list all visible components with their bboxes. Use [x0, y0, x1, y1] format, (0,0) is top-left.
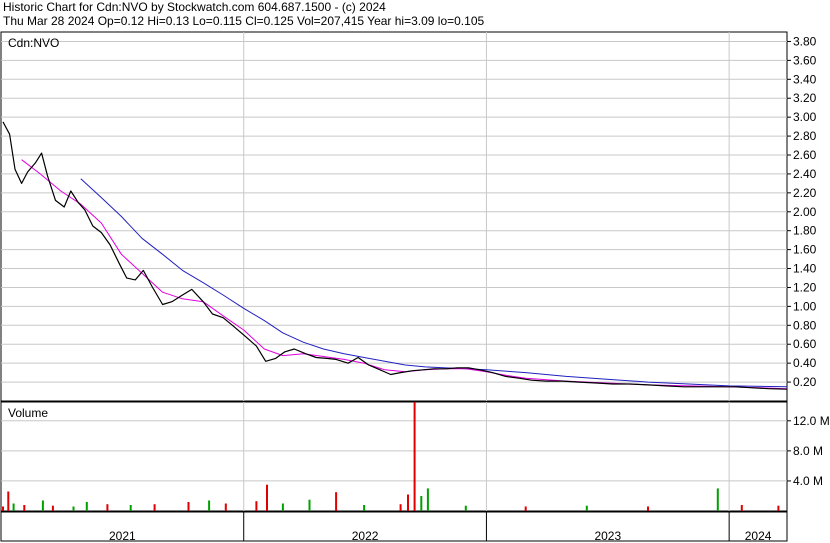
volume-bar: [413, 402, 416, 511]
price-tick-label: 0.80: [793, 318, 817, 332]
volume-bar: [585, 505, 588, 511]
volume-bar: [407, 494, 409, 511]
volume-bar: [266, 484, 268, 511]
volume-tick-label: 8.0 M: [793, 444, 823, 458]
volume-panel-title: Volume: [8, 406, 48, 420]
stock-chart: 3.80 3.60 3.40 3.20 3.00 2.80 2.60 2.40 2.20 2.00…: [0, 31, 830, 543]
volume-bar: [647, 506, 649, 511]
price-tick-label: 1.40: [793, 262, 817, 276]
price-tick-label: 0.20: [793, 375, 817, 389]
price-tick-label: 3.20: [793, 91, 817, 105]
x-tick-label: 2024: [745, 529, 772, 543]
volume-bar: [41, 500, 44, 511]
price-tick-label: 1.60: [793, 243, 817, 257]
volume-bar: [464, 505, 467, 511]
price-tick-label: 3.40: [793, 72, 817, 86]
volume-bar: [106, 504, 109, 511]
volume-bar: [363, 505, 366, 511]
price-tick-label: 1.00: [793, 299, 817, 313]
volume-bar: [426, 488, 429, 511]
price-tick-label: 0.40: [793, 356, 817, 370]
volume-bar: [7, 491, 10, 511]
volume-bar: [255, 501, 258, 511]
volume-y-axis: 12.0 M 8.0 M 4.0 M: [787, 414, 830, 488]
volume-bar: [335, 492, 338, 511]
volume-bar: [524, 506, 527, 511]
volume-tick-label: 4.0 M: [793, 474, 823, 488]
price-tick-label: 0.60: [793, 337, 817, 351]
volume-bar: [399, 504, 402, 511]
price-tick-label: 1.80: [793, 224, 817, 238]
x-tick-label: 2022: [352, 529, 379, 543]
price-panel-title: Cdn:NVO: [8, 36, 59, 50]
volume-bar: [281, 503, 284, 511]
price-tick-label: 3.00: [793, 110, 817, 124]
volume-bar: [187, 502, 190, 511]
price-tick-label: 2.20: [793, 186, 817, 200]
price-tick-label: 2.00: [793, 205, 817, 219]
volume-bar: [740, 505, 743, 511]
volume-bar: [308, 499, 311, 511]
price-tick-label: 2.60: [793, 148, 817, 162]
volume-bar: [777, 505, 780, 511]
volume-bar: [208, 500, 211, 511]
price-tick-label: 3.60: [793, 53, 817, 67]
volume-bar: [12, 503, 15, 511]
price-tick-label: 2.80: [793, 129, 817, 143]
volume-bar: [129, 505, 132, 511]
volume-bar: [716, 488, 719, 511]
x-tick-label: 2021: [109, 529, 136, 543]
price-tick-label: 3.80: [793, 34, 817, 48]
volume-bar: [72, 506, 75, 511]
price-tick-label: 2.40: [793, 167, 817, 181]
price-panel: [0, 31, 788, 402]
volume-panel: [0, 401, 788, 512]
volume-bar: [51, 505, 54, 511]
volume-bar: [23, 505, 26, 511]
volume-bar: [85, 502, 88, 511]
price-y-axis: 3.80 3.60 3.40 3.20 3.00 2.80 2.60 2.40 2.20 2.00…: [787, 34, 817, 389]
volume-bar: [153, 504, 156, 511]
volume-bar: [2, 506, 4, 511]
price-tick-label: 1.20: [793, 280, 817, 294]
x-tick-label: 2023: [594, 529, 621, 543]
volume-bar: [224, 503, 227, 511]
volume-bar: [420, 496, 423, 511]
volume-tick-label: 12.0 M: [793, 414, 830, 428]
